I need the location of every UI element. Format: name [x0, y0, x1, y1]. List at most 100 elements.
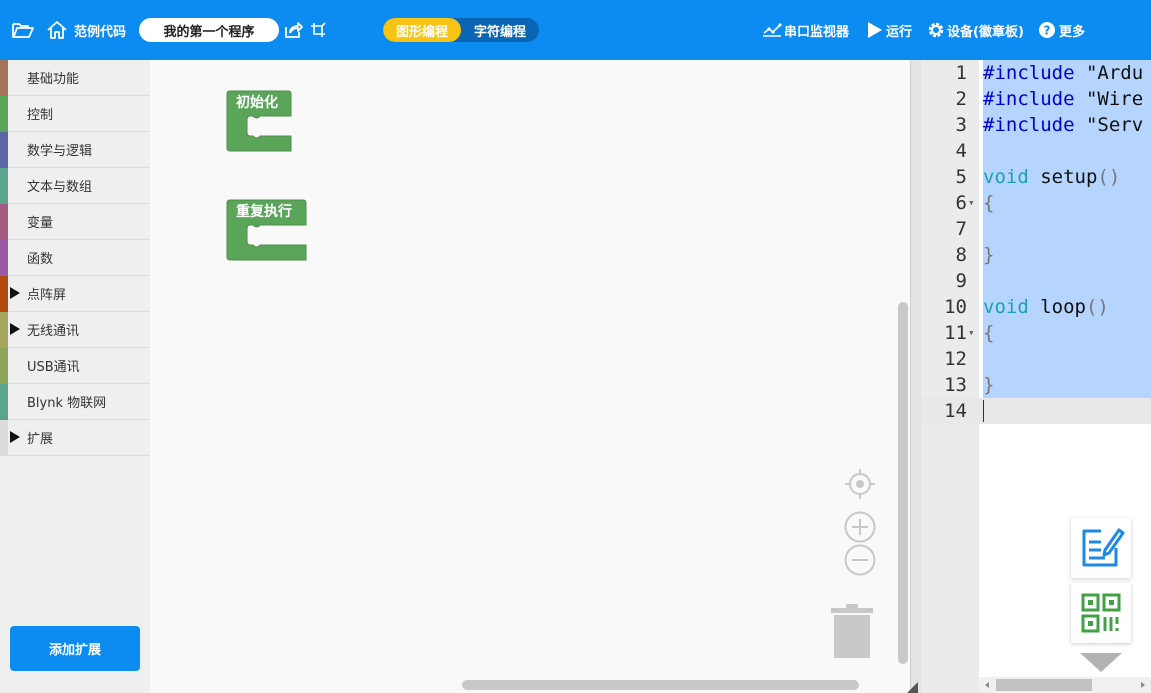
sidebar-category-item[interactable]: 数学与逻辑: [0, 132, 150, 168]
chart-line-icon: [763, 23, 782, 37]
run-button[interactable]: 运行: [867, 0, 912, 60]
panel-resize-divider[interactable]: [907, 60, 921, 693]
sidebar-category-item[interactable]: 函数: [0, 240, 150, 276]
code-token: (): [1097, 166, 1121, 188]
resize-grip-icon: [907, 682, 918, 693]
code-token: {: [983, 192, 995, 214]
crop-button[interactable]: [310, 0, 326, 60]
qr-code-icon: [1081, 593, 1121, 633]
category-color-swatch: [0, 96, 8, 132]
code-line: 7: [921, 216, 1151, 242]
code-token: setup: [1028, 166, 1098, 188]
expand-arrow-icon[interactable]: [10, 431, 20, 443]
block-workspace[interactable]: 初始化 重复执行: [150, 60, 910, 693]
add-extension-button[interactable]: 添加扩展: [10, 626, 140, 671]
sidebar-category-item[interactable]: Blynk 物联网: [0, 384, 150, 420]
tab-graphic-programming[interactable]: 图形编程: [383, 18, 461, 42]
edit-note-icon: [1082, 528, 1125, 567]
code-token: (): [1085, 296, 1109, 318]
serial-monitor-label: 串口监视器: [784, 24, 850, 40]
sidebar-category-item[interactable]: USB通讯: [0, 348, 150, 384]
category-label: 基础功能: [27, 72, 80, 87]
code-line: 5 void setup(): [921, 164, 1151, 190]
sidebar-category-item[interactable]: 点阵屏: [0, 276, 150, 312]
line-number: 9: [955, 270, 967, 292]
minus-circle-icon: [844, 544, 876, 576]
fold-toggle-icon[interactable]: ▾: [968, 190, 978, 216]
code-token: void: [983, 166, 1029, 188]
sidebar-category-item[interactable]: 基础功能: [0, 60, 150, 96]
edit-notes-button[interactable]: [1071, 518, 1131, 578]
code-line: 1 #include "Ardu: [921, 60, 1151, 86]
collapse-arrow-icon[interactable]: [1080, 653, 1122, 672]
expand-arrow-icon[interactable]: [10, 323, 20, 335]
scroll-left-icon: [985, 682, 989, 688]
category-label: 控制: [27, 108, 54, 123]
share-button[interactable]: [285, 0, 303, 60]
folder-icon: [12, 23, 34, 38]
gear-icon: [928, 22, 944, 38]
recenter-button[interactable]: [844, 468, 876, 504]
category-color-swatch: [0, 420, 8, 456]
sidebar-category-item[interactable]: 控制: [0, 96, 150, 132]
code-line: 14: [921, 398, 1151, 424]
line-number: 8: [955, 244, 967, 266]
line-number: 14: [944, 400, 967, 422]
code-token: "Ardu: [1074, 62, 1144, 84]
category-label: Blynk 物联网: [27, 396, 107, 411]
qr-code-button[interactable]: [1071, 583, 1131, 643]
code-text: #include "Wire: [983, 86, 1143, 112]
workspace-horizontal-scrollbar[interactable]: [462, 680, 859, 690]
more-button[interactable]: ? 更多: [1038, 0, 1085, 60]
line-number: 11: [944, 322, 967, 344]
category-label: USB通讯: [27, 360, 80, 375]
code-text: {: [983, 190, 994, 216]
code-line: 9: [921, 268, 1151, 294]
editor-horizontal-scrollbar[interactable]: [996, 679, 1092, 691]
setup-block[interactable]: 初始化: [226, 90, 292, 156]
category-color-swatch: [0, 132, 8, 168]
code-line: 8}: [921, 242, 1151, 268]
zoom-in-button[interactable]: [844, 511, 876, 547]
share-icon: [285, 22, 303, 38]
serial-monitor-button[interactable]: 串口监视器: [762, 0, 849, 60]
loop-block[interactable]: 重复执行: [226, 199, 307, 265]
top-toolbar: 范例代码 我的第一个程序 图形编程 字符编程 串口监视器 运行 设备(徽章板) …: [0, 0, 1151, 60]
category-color-swatch: [0, 348, 8, 384]
sidebar-category-item[interactable]: 变量: [0, 204, 150, 240]
code-line: 3 #include "Serv: [921, 112, 1151, 138]
category-color-swatch: [0, 204, 8, 240]
sidebar-category-item[interactable]: 无线通讯: [0, 312, 150, 348]
examples-button[interactable]: 范例代码: [46, 0, 126, 60]
line-number: 2: [955, 88, 967, 110]
code-token: loop: [1028, 296, 1086, 318]
zoom-out-button[interactable]: [844, 544, 876, 580]
text-caret: [983, 400, 984, 422]
play-icon: [868, 22, 882, 38]
scroll-right-icon: [1141, 682, 1145, 688]
code-line: 2 #include "Wire: [921, 86, 1151, 112]
category-color-swatch: [0, 168, 8, 204]
programming-mode-toggle: 图形编程 字符编程: [383, 18, 539, 42]
line-number: 1: [955, 62, 967, 84]
line-number: 13: [944, 374, 967, 396]
more-label: 更多: [1059, 24, 1086, 40]
device-button[interactable]: 设备(徽章板): [927, 0, 1024, 60]
category-label: 数学与逻辑: [27, 144, 93, 159]
category-color-swatch: [0, 276, 8, 312]
code-text: }: [983, 242, 994, 268]
help-circle-icon: ?: [1039, 22, 1055, 38]
trash-button[interactable]: [830, 603, 874, 663]
setup-block-label: 初始化: [236, 95, 278, 111]
open-folder-button[interactable]: [12, 0, 34, 60]
line-number: 4: [955, 140, 967, 162]
tab-text-programming[interactable]: 字符编程: [461, 18, 539, 42]
line-number: 3: [955, 114, 967, 136]
code-line: 6 ▾{: [921, 190, 1151, 216]
sidebar-category-item[interactable]: 文本与数组: [0, 168, 150, 204]
fold-toggle-icon[interactable]: ▾: [968, 320, 978, 346]
sidebar-category-item[interactable]: 扩展: [0, 420, 150, 456]
workspace-vertical-scrollbar[interactable]: [898, 302, 908, 664]
expand-arrow-icon[interactable]: [10, 287, 20, 299]
project-name-field[interactable]: 我的第一个程序: [139, 18, 279, 42]
